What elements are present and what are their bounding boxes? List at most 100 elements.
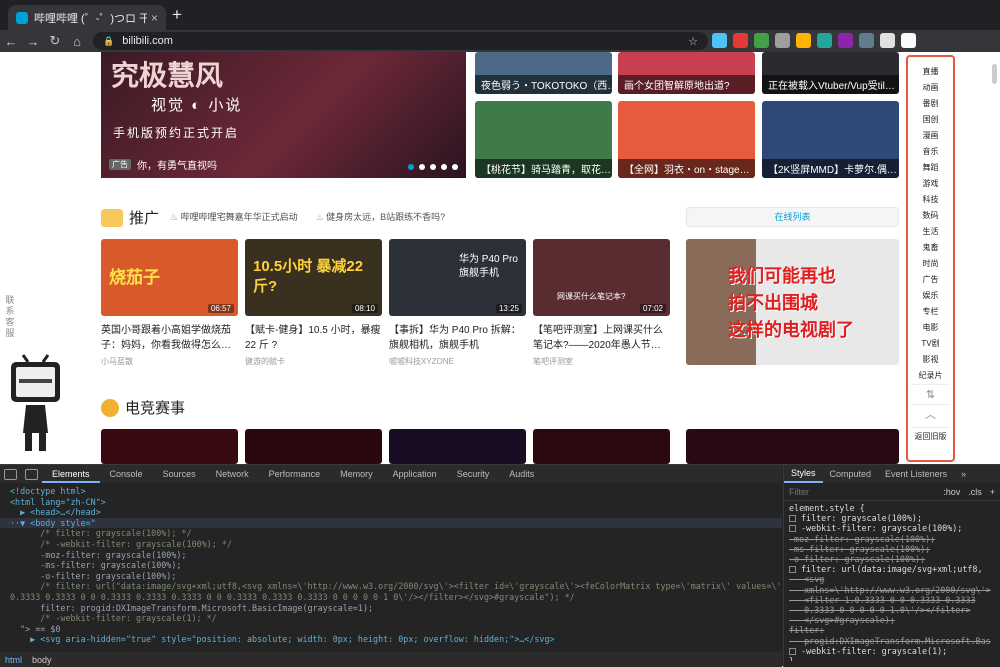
styles-subtab[interactable]: Computed — [823, 469, 879, 479]
style-declaration[interactable]: -webkit-filter: grayscale(1); — [789, 646, 1000, 656]
devtools-tab[interactable]: Memory — [330, 465, 383, 483]
styles-subtab[interactable]: » — [954, 469, 973, 479]
carousel-banner[interactable]: 究极慧风 视觉 ◐ 小说 手机版预约正式开启 广告 你，有勇气直视吗 — [101, 52, 466, 178]
video-uploader[interactable]: 健游的赋卡 — [245, 356, 382, 367]
video-title[interactable]: 【赋卡-健身】10.5 小时，暴瘦 22 斤 ? — [245, 323, 382, 353]
top-tile[interactable]: 【2K竖屏MMD】卡萝尔.偶… — [762, 101, 899, 178]
video-thumbnail[interactable]: 10.5小时 暴减22斤? 08:10 — [245, 239, 382, 316]
style-declaration[interactable]: filter: grayscale(100%); — [789, 513, 1000, 523]
extension-icon[interactable] — [859, 33, 874, 48]
sidenav-item[interactable]: 舞蹈 — [908, 160, 953, 176]
sidenav-item[interactable]: 生活 — [908, 224, 953, 240]
esports-tile[interactable] — [686, 429, 899, 464]
top-tile[interactable]: 正在被载入Vtuber/Vup受til… — [762, 52, 899, 94]
style-declaration[interactable]: -webkit-filter: grayscale(100%); — [789, 523, 1000, 533]
sidenav-item[interactable]: 直播 — [908, 64, 953, 80]
dom-tree-line[interactable]: -o-filter: grayscale(100%); — [10, 571, 782, 582]
declaration-checkbox[interactable] — [789, 515, 796, 523]
video-title[interactable]: 【笔吧评测室】上网课买什么笔记本?——2020年愚人节… — [533, 323, 670, 353]
declaration-checkbox[interactable] — [789, 566, 796, 574]
style-declaration[interactable]: element.style { — [789, 503, 1000, 513]
dom-tree-line[interactable]: ··▼ <body style=" — [0, 517, 782, 529]
big-promo-video[interactable]: 我们可能再也 拍不出围城 这样的电视剧了 — [686, 239, 899, 365]
style-declaration[interactable]: -ms-filter: grayscale(100%); — [789, 544, 1000, 554]
page-scrollbar[interactable] — [992, 64, 997, 84]
dom-tree-line[interactable]: /* filter: grayscale(100%); */ — [10, 528, 782, 539]
style-declaration[interactable]: -moz-filter: grayscale(100%); — [789, 534, 1000, 544]
devtools-tab[interactable]: Network — [206, 465, 259, 483]
sidenav-item[interactable]: 专栏 — [908, 304, 953, 320]
video-uploader[interactable]: 笔吧评测室 — [533, 356, 670, 367]
dom-tree-line[interactable]: "> == $0 — [10, 624, 782, 635]
style-declaration[interactable]: } — [789, 656, 1000, 661]
sidenav-item[interactable]: 科技 — [908, 192, 953, 208]
video-uploader[interactable]: 嘘嘘科技XYZONE — [389, 356, 526, 367]
devtools-tab[interactable]: Elements — [42, 465, 100, 483]
extension-icon[interactable] — [712, 33, 727, 48]
top-tile[interactable]: 【全网】羽衣・on・stage… — [618, 101, 755, 178]
browser-tab-bilibili[interactable]: 哔哩哔哩 (゜-゜)つロ 干杯~-bili × — [8, 5, 166, 30]
dom-tree-line[interactable]: /* filter: url("data:image/svg+xml;utf8,… — [10, 581, 782, 592]
carousel-dot[interactable] — [430, 164, 436, 170]
video-card[interactable]: 网课买什么笔记本? 07:02 【笔吧评测室】上网课买什么笔记本?——2020年… — [533, 239, 670, 367]
news-link[interactable]: 健身房太远，B站跟练不香吗? — [316, 210, 445, 223]
carousel-dot[interactable] — [408, 164, 414, 170]
dom-tree-line[interactable]: ▶ <head>…</head> — [10, 507, 782, 518]
extension-icon[interactable] — [880, 33, 895, 48]
styles-subtab[interactable]: Event Listeners — [878, 469, 954, 479]
carousel-dot[interactable] — [419, 164, 425, 170]
style-declaration[interactable]: -o-filter: grayscale(100%); — [789, 554, 1000, 564]
style-declaration[interactable]: progid:DXImageTransform.Microsoft.Bas — [789, 636, 1000, 646]
style-declaration[interactable]: filter: — [789, 625, 1000, 635]
tab-close-icon[interactable]: × — [151, 11, 158, 25]
style-declaration[interactable]: filter: url(data:image/svg+xml;utf8, — [789, 564, 1000, 574]
new-rule-button[interactable]: + — [990, 487, 995, 497]
top-tile[interactable]: 夜色弱う・TOKOTOKO（西… — [475, 52, 612, 94]
breadcrumb-item[interactable]: html — [5, 655, 22, 665]
styles-subtab[interactable]: Styles — [784, 465, 823, 483]
style-declaration[interactable]: xmlns=\'http://www.w3.org/2000/svg\'> — [789, 585, 1000, 595]
esports-tile[interactable] — [389, 429, 526, 464]
video-card[interactable]: 烧茄子 06:57 英国小哥跟着小高姐学做烧茄子：妈妈，你看我做得怎么… 小马蓝… — [101, 239, 238, 367]
video-card[interactable]: 10.5小时 暴减22斤? 08:10 【赋卡-健身】10.5 小时，暴瘦 22… — [245, 239, 382, 367]
online-list-button[interactable]: 在线列表 — [686, 207, 899, 227]
devtools-tab[interactable]: Sources — [153, 465, 206, 483]
esports-tile[interactable] — [101, 429, 238, 464]
bookmark-star-icon[interactable]: ☆ — [688, 35, 698, 48]
sidenav-item[interactable]: TV剧 — [908, 336, 953, 352]
sidenav-item[interactable]: 音乐 — [908, 144, 953, 160]
elements-dom-tree[interactable]: <!doctype html> <html lang="zh-CN"> ▶ <he… — [0, 484, 782, 652]
dom-tree-line[interactable]: filter: progid:DXImageTransform.Microsof… — [10, 603, 782, 614]
extension-icon[interactable] — [775, 33, 790, 48]
sidenav-item[interactable]: 纪录片 — [908, 368, 953, 384]
extension-icon[interactable] — [754, 33, 769, 48]
dom-tree-line[interactable]: /* -webkit-filter: grayscale(100%); */ — [10, 539, 782, 550]
extension-icon[interactable] — [796, 33, 811, 48]
sidenav-item[interactable]: 影视 — [908, 352, 953, 368]
back-to-old-version-button[interactable]: 返回旧版 — [912, 427, 949, 442]
sidenav-item[interactable]: 漫画 — [908, 128, 953, 144]
devtools-tab[interactable]: Console — [100, 465, 153, 483]
sidenav-item[interactable]: 时尚 — [908, 256, 953, 272]
sidenav-item[interactable]: 娱乐 — [908, 288, 953, 304]
back-button[interactable]: ← — [0, 34, 22, 49]
inspect-element-icon[interactable] — [4, 468, 17, 480]
video-thumbnail[interactable]: 网课买什么笔记本? 07:02 — [533, 239, 670, 316]
hover-state-toggle[interactable]: :hov — [943, 487, 960, 497]
class-toggle[interactable]: .cls — [968, 487, 982, 497]
style-declaration[interactable]: 0.3333 0 0 0 0 0 1.0\'/></filter> — [789, 605, 1000, 615]
back-to-top-icon[interactable]: ︿ — [911, 404, 950, 424]
sidenav-item[interactable]: 数码 — [908, 208, 953, 224]
contact-support-button[interactable]: 联系客服 — [3, 295, 17, 339]
video-thumbnail[interactable]: 烧茄子 06:57 — [101, 239, 238, 316]
sidenav-item[interactable]: 国创 — [908, 112, 953, 128]
url-text[interactable]: bilibili.com — [122, 35, 173, 47]
dom-tree-line[interactable]: <!doctype html> — [10, 486, 782, 497]
sidenav-item[interactable]: 广告 — [908, 272, 953, 288]
new-tab-button[interactable]: + — [172, 6, 182, 24]
video-thumbnail[interactable]: 华为 P40 Pro 旗舰手机 13:25 — [389, 239, 526, 316]
device-toolbar-icon[interactable] — [25, 468, 38, 480]
video-uploader[interactable]: 小马蓝散 — [101, 356, 238, 367]
style-declaration[interactable]: <filter 1.0.3333 0 0 0.3333 0.3333 — [789, 595, 1000, 605]
extension-icon[interactable] — [838, 33, 853, 48]
